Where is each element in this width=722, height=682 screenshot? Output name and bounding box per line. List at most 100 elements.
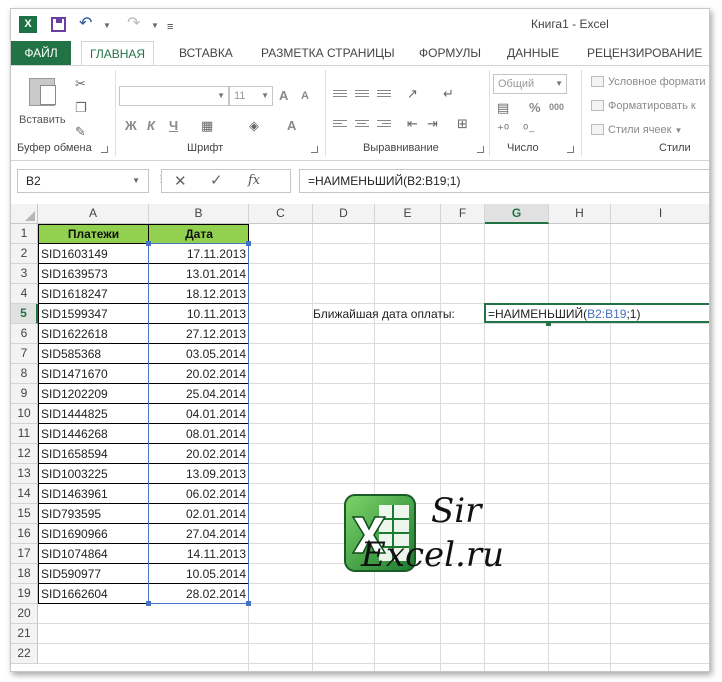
font-name-combo[interactable]: ▼ — [119, 86, 229, 106]
tab-page-layout[interactable]: РАЗМЕТКА СТРАНИЦЫ — [253, 41, 403, 65]
column-header-f[interactable]: F — [441, 204, 485, 224]
cell-date[interactable]: 27.04.2014 — [149, 524, 249, 544]
row-header-16[interactable]: 16 — [11, 524, 38, 544]
customize-qat-icon[interactable]: ≡ — [167, 18, 173, 36]
row-header-17[interactable]: 17 — [11, 544, 38, 564]
column-header-a[interactable]: A — [38, 204, 149, 224]
italic-button[interactable]: К — [147, 118, 155, 133]
cell-payment-id[interactable]: SID1074864 — [38, 544, 149, 564]
row-header-18[interactable]: 18 — [11, 564, 38, 584]
range-handle[interactable] — [146, 241, 151, 246]
row-header-2[interactable]: 2 — [11, 244, 38, 264]
row-header-15[interactable]: 15 — [11, 504, 38, 524]
tab-home[interactable]: ГЛАВНАЯ — [81, 41, 155, 66]
cell-payment-id[interactable]: SID590977 — [38, 564, 149, 584]
row-header-12[interactable]: 12 — [11, 444, 38, 464]
font-launcher-icon[interactable] — [311, 146, 318, 153]
cell-payment-id[interactable]: SID1444825 — [38, 404, 149, 424]
cell-payment-id[interactable]: SID1662604 — [38, 584, 149, 604]
column-header-h[interactable]: H — [549, 204, 611, 224]
save-icon[interactable] — [51, 17, 66, 32]
select-all-button[interactable] — [11, 204, 38, 224]
tab-review[interactable]: РЕЦЕНЗИРОВАНИЕ — [579, 41, 709, 65]
cell-date[interactable]: 04.01.2014 — [149, 404, 249, 424]
format-as-table-button[interactable]: Форматировать к — [591, 100, 696, 112]
row-header-21[interactable]: 21 — [11, 624, 38, 644]
wrap-text-icon[interactable]: ↵ — [443, 86, 454, 102]
column-header-g[interactable]: G — [485, 204, 549, 224]
cell-payment-id[interactable]: SID793595 — [38, 504, 149, 524]
column-header-i[interactable]: I — [611, 204, 709, 224]
currency-icon[interactable]: ▤ — [497, 100, 509, 116]
tab-file[interactable]: ФАЙЛ — [11, 41, 71, 65]
align-bottom-icon[interactable] — [377, 90, 391, 102]
shrink-font-button[interactable]: A — [301, 90, 309, 102]
cell-payment-id[interactable]: SID1463961 — [38, 484, 149, 504]
increase-decimal-icon[interactable]: ⁺⁰ — [497, 122, 509, 138]
worksheet-grid[interactable]: A B C D E F G H I 1 2 3 4 5 6 7 8 9 10 11 12 13 14 15 16 17 18 19 20… — [11, 204, 709, 671]
undo-icon[interactable]: ↶ — [79, 15, 92, 33]
column-header-d[interactable]: D — [313, 204, 375, 224]
cell-payment-id[interactable]: SID1658594 — [38, 444, 149, 464]
cell-date[interactable]: 10.11.2013 — [149, 304, 249, 324]
merge-cells-icon[interactable]: ⊞ — [457, 116, 468, 132]
cell-date[interactable]: 20.02.2014 — [149, 444, 249, 464]
align-middle-icon[interactable] — [355, 90, 369, 102]
row-header-8[interactable]: 8 — [11, 364, 38, 384]
enter-icon[interactable]: ✓ — [210, 171, 223, 189]
thousands-button[interactable]: 000 — [549, 102, 564, 112]
align-center-icon[interactable] — [355, 120, 369, 132]
row-header-20[interactable]: 20 — [11, 604, 38, 624]
row-header-7[interactable]: 7 — [11, 344, 38, 364]
indent-icon[interactable]: ⇤ — [407, 116, 418, 132]
format-painter-icon[interactable]: ✎ — [75, 124, 86, 140]
cell-payment-id[interactable]: SID1603149 — [38, 244, 149, 264]
cell-date[interactable]: 06.02.2014 — [149, 484, 249, 504]
cell-payment-id[interactable]: SID1690966 — [38, 524, 149, 544]
cell-payment-id[interactable]: SID1618247 — [38, 284, 149, 304]
range-handle[interactable] — [246, 241, 251, 246]
active-cell-editor[interactable]: =НАИМЕНЬШИЙ(B2:B19;1) — [484, 303, 709, 323]
cell-date[interactable]: 28.02.2014 — [149, 584, 249, 604]
row-header-6[interactable]: 6 — [11, 324, 38, 344]
cell-payment-id[interactable]: SID585368 — [38, 344, 149, 364]
row-header-3[interactable]: 3 — [11, 264, 38, 284]
row-header-19[interactable]: 19 — [11, 584, 38, 604]
row-header-14[interactable]: 14 — [11, 484, 38, 504]
cell-date[interactable]: 08.01.2014 — [149, 424, 249, 444]
orientation-icon[interactable]: ↗ — [407, 86, 418, 102]
cell-date[interactable]: 20.02.2014 — [149, 364, 249, 384]
cell-payment-id[interactable]: SID1639573 — [38, 264, 149, 284]
label-nearest-payment-date[interactable]: Ближайшая дата оплаты: — [313, 304, 455, 324]
range-handle[interactable] — [246, 601, 251, 606]
cell-date[interactable]: 02.01.2014 — [149, 504, 249, 524]
formula-input[interactable]: =НАИМЕНЬШИЙ(B2:B19;1) — [299, 169, 709, 193]
column-header-b[interactable]: B — [149, 204, 249, 224]
cell-date[interactable]: 13.09.2013 — [149, 464, 249, 484]
number-launcher-icon[interactable] — [567, 146, 574, 153]
header-cell-date[interactable]: Дата — [149, 224, 249, 244]
row-header-11[interactable]: 11 — [11, 424, 38, 444]
cell-payment-id[interactable]: SID1202209 — [38, 384, 149, 404]
align-right-icon[interactable] — [377, 120, 391, 132]
cell-date[interactable]: 18.12.2013 — [149, 284, 249, 304]
cut-icon[interactable]: ✂ — [75, 76, 86, 92]
cancel-icon[interactable]: ✕ — [174, 172, 187, 190]
cell-date[interactable]: 25.04.2014 — [149, 384, 249, 404]
header-cell-payments[interactable]: Платежи — [38, 224, 149, 244]
align-left-icon[interactable] — [333, 120, 347, 132]
percent-button[interactable]: % — [529, 100, 541, 115]
conditional-formatting-button[interactable]: Условное формати — [591, 76, 706, 88]
tab-insert[interactable]: ВСТАВКА — [171, 41, 241, 65]
row-header-9[interactable]: 9 — [11, 384, 38, 404]
fill-handle[interactable] — [546, 321, 551, 326]
cell-date[interactable]: 13.01.2014 — [149, 264, 249, 284]
undo-dropdown-icon[interactable]: ▼ — [103, 21, 111, 30]
cell-date[interactable]: 27.12.2013 — [149, 324, 249, 344]
row-header-5[interactable]: 5 — [11, 304, 38, 324]
tab-formulas[interactable]: ФОРМУЛЫ — [411, 41, 489, 65]
row-header-10[interactable]: 10 — [11, 404, 38, 424]
cell-styles-button[interactable]: Стили ячеек ▼ — [591, 124, 682, 136]
row-header-4[interactable]: 4 — [11, 284, 38, 304]
paste-button-label[interactable]: Вставить — [19, 114, 66, 126]
